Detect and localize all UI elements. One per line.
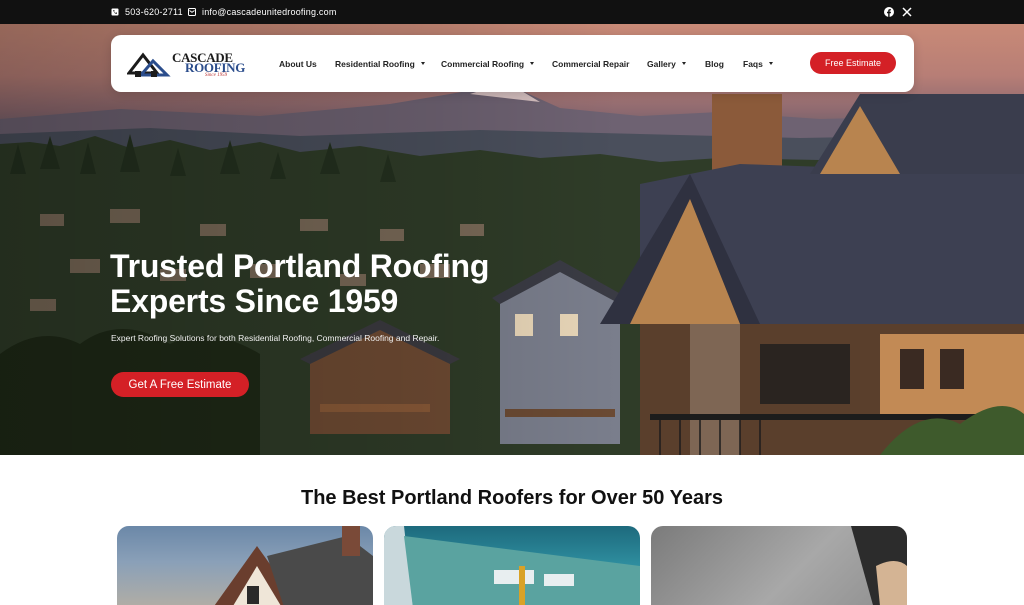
- nav-item-label: Blog: [705, 58, 724, 69]
- main-navigation: CASCADE ROOFING Since 1959 About Us Resi…: [111, 35, 914, 92]
- commercial-roof-image: [384, 526, 640, 605]
- nav-item-gallery[interactable]: Gallery: [647, 35, 686, 92]
- logo-tagline: Since 1959: [205, 73, 228, 78]
- nav-item-label: About Us: [279, 58, 317, 69]
- email-address: info@cascadeunitedroofing.com: [202, 7, 337, 17]
- service-card-commercial[interactable]: [384, 526, 640, 605]
- house-logo-icon: [127, 52, 171, 77]
- nav-item-commercial-repair[interactable]: Commercial Repair: [552, 35, 629, 92]
- email-link[interactable]: info@cascadeunitedroofing.com: [188, 0, 337, 24]
- nav-item-commercial-roofing[interactable]: Commercial Roofing: [441, 35, 535, 92]
- nav-item-label: Faqs: [743, 58, 763, 69]
- nav-item-about-us[interactable]: About Us: [279, 35, 317, 92]
- get-free-estimate-button[interactable]: Get A Free Estimate: [111, 372, 249, 397]
- nav-item-faqs[interactable]: Faqs: [743, 35, 773, 92]
- nav-item-label: Commercial Roofing: [441, 58, 525, 69]
- hero-subtitle: Expert Roofing Solutions for both Reside…: [111, 333, 440, 343]
- nav-item-label: Residential Roofing: [335, 58, 415, 69]
- nav-item-blog[interactable]: Blog: [705, 35, 724, 92]
- phone-number: 503-620-2711: [125, 7, 183, 17]
- residential-roof-image: [214, 526, 373, 605]
- free-estimate-button[interactable]: Free Estimate: [810, 52, 896, 74]
- hero-title: Trusted Portland Roofing Experts Since 1…: [110, 248, 490, 319]
- section-title: The Best Portland Roofers for Over 50 Ye…: [300, 487, 723, 509]
- nav-item-residential-roofing[interactable]: Residential Roofing: [335, 35, 425, 92]
- nav-item-label: Gallery: [647, 58, 676, 69]
- facebook-icon: [884, 7, 894, 17]
- chevron-down-icon: [681, 62, 686, 65]
- chevron-down-icon: [420, 62, 425, 65]
- service-card-repair[interactable]: [651, 526, 907, 605]
- x-link[interactable]: [902, 0, 912, 24]
- chevron-down-icon: [530, 62, 535, 65]
- site-logo[interactable]: CASCADE ROOFING Since 1959: [127, 49, 245, 81]
- facebook-link[interactable]: [884, 0, 894, 24]
- email-icon: [188, 8, 196, 16]
- top-contact-bar: 503-620-2711 info@cascadeunitedroofing.c…: [0, 0, 1024, 24]
- x-icon: [902, 7, 912, 17]
- roof-repair-image: [851, 526, 907, 605]
- phone-icon: [111, 8, 119, 16]
- phone-link[interactable]: 503-620-2711: [111, 0, 183, 24]
- chevron-down-icon: [768, 62, 773, 65]
- service-card-residential[interactable]: [117, 526, 373, 605]
- nav-item-label: Commercial Repair: [552, 58, 630, 69]
